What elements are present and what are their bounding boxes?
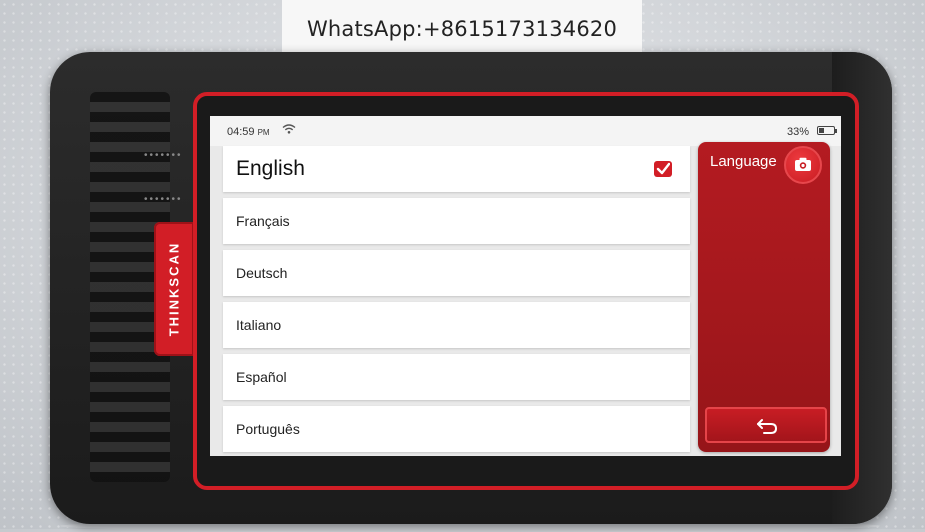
device-screen: 04:59 PM 33% English Français Deutsch It… [210,116,841,456]
language-label: Español [236,369,287,385]
panel-title: Language [710,153,777,170]
language-label: Deutsch [236,265,288,281]
battery-icon [817,126,837,135]
status-time: 04:59 PM [227,126,270,138]
screenshot-button[interactable] [784,146,822,184]
checkbox-checked-icon[interactable] [654,161,672,177]
wifi-icon [282,124,296,137]
language-label: Português [236,421,300,437]
language-item-spanish[interactable]: Español [223,354,690,400]
speaker-grille-top: ••••••• [144,150,183,161]
language-item-french[interactable]: Français [223,198,690,244]
side-panel: Language [698,142,830,452]
battery-percent: 33% [786,126,809,138]
language-label: Français [236,213,290,229]
language-item-english[interactable]: English [223,146,690,192]
watermark: WhatsApp:+8615173134620 [282,0,642,58]
language-item-portuguese[interactable]: Português [223,406,690,452]
language-label: Italiano [236,317,282,333]
status-ampm: PM [257,128,270,137]
brand-label: THINKSCAN [166,241,182,337]
language-item-italian[interactable]: Italiano [223,302,690,348]
language-label: English [236,157,305,180]
brand-tab: THINKSCAN [154,222,194,356]
camera-icon [795,157,811,171]
language-list: English Français Deutsch Italiano Españo… [223,146,690,456]
language-item-german[interactable]: Deutsch [223,250,690,296]
back-arrow-icon [757,419,778,434]
speaker-grille-bottom: ••••••• [144,194,183,205]
watermark-text: WhatsApp:+8615173134620 [306,17,618,41]
back-button[interactable] [705,407,827,443]
